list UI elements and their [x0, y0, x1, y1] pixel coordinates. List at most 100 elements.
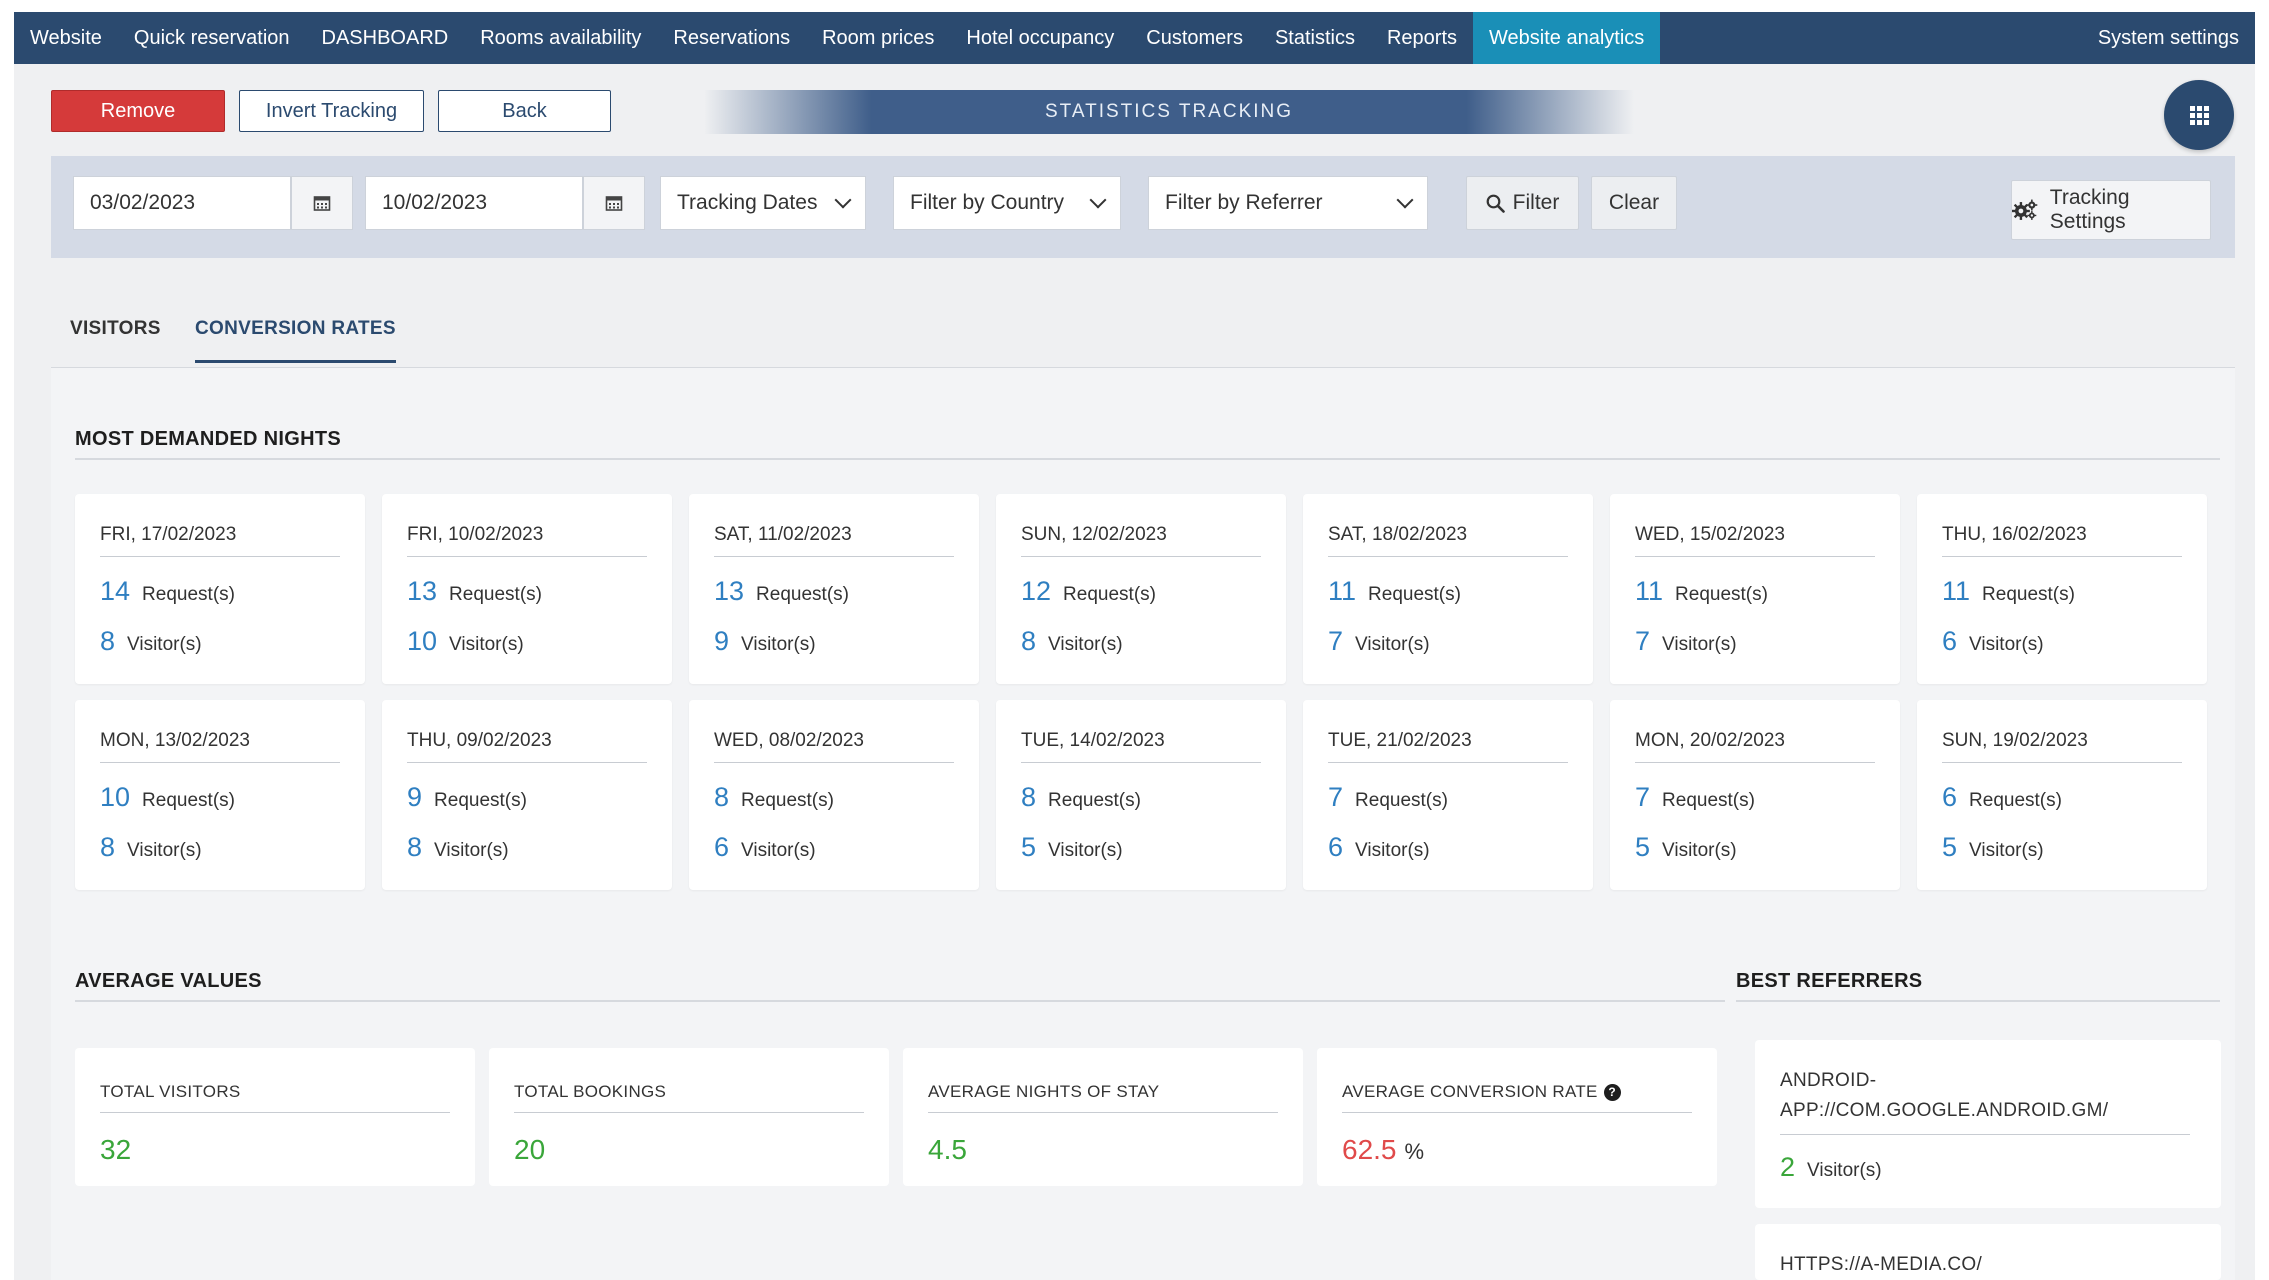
back-button[interactable]: Back	[438, 90, 611, 132]
night-requests-label: Request(s)	[449, 584, 542, 605]
help-icon[interactable]: ?	[1603, 1083, 1621, 1101]
card-divider	[100, 556, 340, 557]
tracking-settings-button[interactable]: Tracking Settings	[2011, 180, 2211, 240]
avg-conversion-label: AVERAGE CONVERSION RATE	[1342, 1082, 1598, 1101]
night-card: WED, 08/02/2023 8 Request(s) 6 Visitor(s)	[689, 700, 979, 890]
filter-button-label: Filter	[1512, 191, 1560, 214]
night-requests-count: 11	[1942, 576, 1971, 606]
night-visitors-row: 8 Visitor(s)	[1021, 626, 1123, 657]
nav-reservations[interactable]: Reservations	[657, 12, 806, 64]
night-visitors-count: 5	[1635, 832, 1651, 862]
best-referrers-title: BEST REFERRERS	[1736, 970, 1923, 992]
referrer-select[interactable]: Filter by Referrer	[1148, 176, 1428, 230]
section-divider	[1736, 1000, 2220, 1002]
night-date: MON, 13/02/2023	[100, 730, 250, 751]
total-visitors-value: 32	[100, 1134, 132, 1165]
tracking-dates-select[interactable]: Tracking Dates	[660, 176, 866, 230]
nav-quick-reservation[interactable]: Quick reservation	[118, 12, 306, 64]
night-card: SUN, 19/02/2023 6 Request(s) 5 Visitor(s)	[1917, 700, 2207, 890]
nav-website[interactable]: Website	[14, 12, 118, 64]
night-visitors-count: 8	[100, 832, 116, 862]
night-date: MON, 20/02/2023	[1635, 730, 1785, 751]
night-visitors-count: 9	[714, 626, 730, 656]
night-requests-row: 7 Request(s)	[1635, 782, 1755, 813]
card-divider	[514, 1112, 864, 1113]
clear-button[interactable]: Clear	[1591, 176, 1677, 230]
filter-button[interactable]: Filter	[1466, 176, 1579, 230]
nav-dashboard[interactable]: DASHBOARD	[306, 12, 465, 64]
nav-system-settings[interactable]: System settings	[2082, 12, 2255, 64]
card-divider	[714, 556, 954, 557]
night-requests-row: 7 Request(s)	[1328, 782, 1448, 813]
chevron-down-icon	[834, 191, 852, 209]
date-to-calendar-button[interactable]	[583, 176, 645, 230]
total-bookings-card: TOTAL BOOKINGS 20	[489, 1048, 889, 1186]
avg-nights-value: 4.5	[928, 1134, 967, 1165]
night-requests-label: Request(s)	[1982, 584, 2075, 605]
nav-rooms-availability[interactable]: Rooms availability	[464, 12, 657, 64]
night-date: SUN, 12/02/2023	[1021, 524, 1167, 545]
night-requests-label: Request(s)	[1368, 584, 1461, 605]
referrer-select-value: Filter by Referrer	[1165, 191, 1323, 214]
night-requests-label: Request(s)	[1675, 584, 1768, 605]
night-requests-count: 11	[1328, 576, 1357, 606]
nav-customers[interactable]: Customers	[1130, 12, 1259, 64]
nav-room-prices[interactable]: Room prices	[806, 12, 950, 64]
referrer-visitors-count: 2	[1780, 1152, 1796, 1182]
night-requests-count: 8	[1021, 782, 1037, 812]
invert-tracking-button[interactable]: Invert Tracking	[239, 90, 424, 132]
night-visitors-row: 6 Visitor(s)	[714, 832, 816, 863]
night-requests-row: 13 Request(s)	[407, 576, 542, 607]
country-select[interactable]: Filter by Country	[893, 176, 1121, 230]
night-visitors-label: Visitor(s)	[449, 634, 524, 655]
nav-website-analytics[interactable]: Website analytics	[1473, 12, 1661, 64]
total-bookings-value: 20	[514, 1134, 546, 1165]
night-visitors-label: Visitor(s)	[1355, 840, 1430, 861]
night-card: MON, 20/02/2023 7 Request(s) 5 Visitor(s)	[1610, 700, 1900, 890]
night-visitors-label: Visitor(s)	[127, 634, 202, 655]
night-card: TUE, 21/02/2023 7 Request(s) 6 Visitor(s)	[1303, 700, 1593, 890]
night-requests-label: Request(s)	[1048, 790, 1141, 811]
nav-statistics[interactable]: Statistics	[1259, 12, 1371, 64]
date-to-input[interactable]: 10/02/2023	[365, 176, 583, 230]
night-card: THU, 09/02/2023 9 Request(s) 8 Visitor(s)	[382, 700, 672, 890]
card-divider	[1328, 556, 1568, 557]
nav-reports[interactable]: Reports	[1371, 12, 1473, 64]
night-visitors-count: 6	[714, 832, 730, 862]
date-from-calendar-button[interactable]	[291, 176, 353, 230]
night-visitors-count: 5	[1021, 832, 1037, 862]
avg-nights-label: AVERAGE NIGHTS OF STAY	[928, 1082, 1160, 1101]
tab-conversion-rates[interactable]: CONVERSION RATES	[195, 318, 396, 363]
card-divider	[1328, 762, 1568, 763]
night-visitors-label: Visitor(s)	[1662, 634, 1737, 655]
night-visitors-count: 8	[100, 626, 116, 656]
remove-button[interactable]: Remove	[51, 90, 225, 132]
night-visitors-row: 6 Visitor(s)	[1942, 626, 2044, 657]
nav-hotel-occupancy[interactable]: Hotel occupancy	[950, 12, 1130, 64]
night-date: THU, 09/02/2023	[407, 730, 552, 751]
night-date: SAT, 18/02/2023	[1328, 524, 1468, 545]
night-visitors-count: 8	[407, 832, 423, 862]
night-requests-count: 8	[714, 782, 730, 812]
night-requests-label: Request(s)	[756, 584, 849, 605]
night-requests-label: Request(s)	[1662, 790, 1755, 811]
night-requests-row: 9 Request(s)	[407, 782, 527, 813]
apps-grid-button[interactable]	[2164, 80, 2234, 150]
night-requests-row: 11 Request(s)	[1328, 576, 1461, 607]
night-requests-count: 14	[100, 576, 131, 606]
top-nav: Website Quick reservation DASHBOARD Room…	[14, 12, 2255, 64]
night-requests-count: 12	[1021, 576, 1052, 606]
page-title-banner: STATISTICS TRACKING	[704, 90, 1634, 134]
night-visitors-row: 10 Visitor(s)	[407, 626, 524, 657]
avg-conversion-unit: %	[1404, 1139, 1425, 1164]
card-divider	[407, 556, 647, 557]
night-requests-row: 14 Request(s)	[100, 576, 235, 607]
referrer-name: HTTPS://A-MEDIA.CO/	[1780, 1254, 1983, 1275]
night-date: TUE, 21/02/2023	[1328, 730, 1472, 751]
date-to-value: 10/02/2023	[382, 191, 488, 214]
avg-conversion-card: AVERAGE CONVERSION RATE ? 62.5 %	[1317, 1048, 1717, 1186]
tab-visitors[interactable]: VISITORS	[70, 318, 161, 360]
card-divider	[407, 762, 647, 763]
date-from-input[interactable]: 03/02/2023	[73, 176, 291, 230]
night-requests-count: 13	[714, 576, 745, 606]
